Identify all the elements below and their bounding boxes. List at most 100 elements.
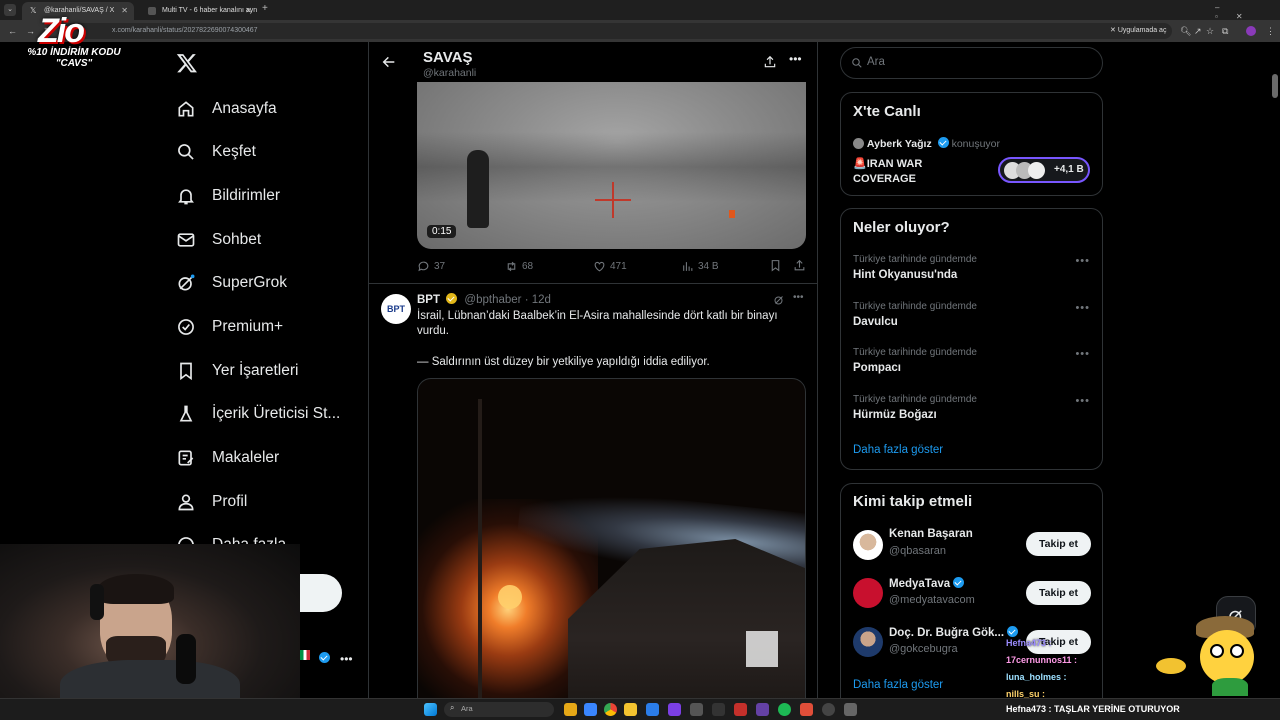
views-button[interactable]: 34 B <box>681 260 719 273</box>
tweet-avatar[interactable]: BPT <box>381 294 411 324</box>
trend-name[interactable]: Davulcu <box>853 316 898 328</box>
share-button[interactable] <box>763 55 777 74</box>
author-handle[interactable]: @bpthaber <box>464 294 521 306</box>
space-title-line-2: COVERAGE <box>853 173 916 185</box>
page-scrollbar[interactable] <box>1272 74 1278 98</box>
chrome-icon[interactable] <box>604 703 617 716</box>
search-icon <box>178 144 194 160</box>
nav-item-articles[interactable]: Makaleler <box>176 442 279 474</box>
nav-item-supergrok[interactable]: SuperGrok <box>176 267 287 299</box>
follow-name[interactable]: Doç. Dr. Buğra Gök... <box>889 626 1019 639</box>
nav-item-profile[interactable]: Profil <box>176 486 247 518</box>
tweet-media-image[interactable] <box>417 378 806 720</box>
address-bar-row: ← → ↻ x.com/karahanli/status/20278226900… <box>0 20 1280 42</box>
views-icon <box>683 262 693 271</box>
taskbar-app-icon[interactable] <box>584 703 597 716</box>
follow-handle: @gokcebugra <box>889 643 958 655</box>
nav-item-explore[interactable]: Keşfet <box>176 136 256 168</box>
listeners-pill[interactable]: +4,1 B <box>998 157 1090 183</box>
taskbar-app-icon[interactable] <box>800 703 813 716</box>
like-button[interactable]: 471 <box>593 260 627 273</box>
folder-icon[interactable] <box>624 703 637 716</box>
taskbar-app-icon[interactable] <box>734 703 747 716</box>
reply-button[interactable]: 37 <box>417 260 445 273</box>
space-title[interactable]: 🚨IRAN WAR COVERAGE <box>853 157 922 187</box>
live-host-row[interactable]: Ayberk Yağız konuşuyor <box>853 137 1000 150</box>
nav-item-notifications[interactable]: Bildirimler <box>176 180 280 212</box>
follow-name[interactable]: MedyaTava <box>889 577 965 590</box>
close-tab-icon[interactable]: ✕ <box>121 2 128 20</box>
open-in-app-icon: ✕ <box>1110 27 1118 34</box>
fire-core <box>498 585 522 609</box>
taskbar-app-icon[interactable] <box>756 703 769 716</box>
share-icon[interactable]: ↗ <box>1194 20 1202 42</box>
taskbar-app-icon[interactable] <box>690 703 703 716</box>
zoom-icon[interactable]: 🔍︎ <box>1180 20 1191 42</box>
back-button[interactable] <box>381 54 397 75</box>
taskbar-app-icon[interactable] <box>668 703 681 716</box>
taskbar-app-icon[interactable] <box>844 703 857 716</box>
open-in-app-button[interactable]: ✕ Uygulamada aç <box>1110 26 1166 34</box>
taskbar-search[interactable]: ⌕ Ara <box>444 702 554 717</box>
trend-more-icon[interactable]: ••• <box>1075 255 1090 267</box>
nav-item-home[interactable]: Anasayfa <box>176 93 277 125</box>
forward-icon[interactable]: → <box>26 20 35 42</box>
avatar[interactable] <box>853 530 883 560</box>
close-tab-icon[interactable]: ✕ <box>245 2 252 20</box>
trend-name[interactable]: Hürmüz Boğazı <box>853 409 937 421</box>
bell-icon <box>178 189 194 205</box>
bookmark-button[interactable] <box>769 259 782 277</box>
nav-item-premium[interactable]: Premium+ <box>176 311 283 343</box>
trend-name[interactable]: Hint Okyanusu'nda <box>853 269 957 281</box>
url-field[interactable]: x.com/karahanli/status/20278226900743004… <box>62 23 1172 39</box>
x-home-logo[interactable] <box>176 52 198 79</box>
share-post-button[interactable] <box>793 259 806 277</box>
more-dots-icon[interactable]: ••• <box>340 652 353 666</box>
back-icon[interactable]: ← <box>8 20 17 42</box>
taskbar-app-icon[interactable] <box>646 703 659 716</box>
account-switcher[interactable]: ••• <box>296 646 358 674</box>
spotify-icon[interactable] <box>778 703 791 716</box>
headphones <box>90 584 104 620</box>
share-icon <box>794 259 805 271</box>
video-player[interactable]: 0:15 <box>417 82 806 249</box>
nav-item-bookmarks[interactable]: Yer İşaretleri <box>176 355 298 387</box>
start-icon[interactable] <box>424 703 437 716</box>
profile-avatar[interactable] <box>1246 26 1256 36</box>
author-name[interactable]: BPT <box>417 294 440 306</box>
post-time[interactable]: · 12d <box>525 294 551 306</box>
video-timestamp: 0:15 <box>427 225 457 238</box>
new-tab-button[interactable]: + <box>262 3 268 14</box>
taskbar-app-icon[interactable] <box>822 703 835 716</box>
bookmark-icon <box>771 260 780 272</box>
trend-name[interactable]: Pompacı <box>853 362 901 374</box>
trend-more-icon[interactable]: ••• <box>1075 395 1090 407</box>
tab-inactive[interactable]: Multi TV - 6 haber kanalını ayn ✕ <box>140 2 258 20</box>
taskbar-app-icon[interactable] <box>712 703 725 716</box>
trend-more-icon[interactable]: ••• <box>1075 302 1090 314</box>
who-show-more-link[interactable]: Daha fazla göster <box>853 679 943 691</box>
trend-context: Türkiye tarihinde gündemde <box>853 254 977 265</box>
trends-show-more-link[interactable]: Daha fazla göster <box>853 444 943 456</box>
menu-icon[interactable]: ⋮ <box>1266 20 1275 42</box>
window-controls[interactable]: –▫✕ <box>1215 3 1280 21</box>
tweet-more-button[interactable]: ••• <box>793 292 804 303</box>
taskbar-app-icon[interactable] <box>564 703 577 716</box>
bookmark-star-icon[interactable]: ☆ <box>1206 20 1214 42</box>
tab-search-button[interactable]: ⌄ <box>4 4 16 16</box>
follow-name[interactable]: Kenan Başaran <box>889 528 973 540</box>
search-box[interactable]: Ara <box>840 47 1103 79</box>
retweet-button[interactable]: 68 <box>505 260 533 273</box>
trend-more-icon[interactable]: ••• <box>1075 348 1090 360</box>
avatar[interactable] <box>853 578 883 608</box>
live-card: X'te Canlı Ayberk Yağız konuşuyor 🚨IRAN … <box>840 92 1103 196</box>
avatar[interactable] <box>853 627 883 657</box>
space-title-line-1: 🚨IRAN WAR <box>853 158 923 170</box>
nav-item-creator-studio[interactable]: İçerik Üreticisi St... <box>176 398 340 430</box>
follow-button[interactable]: Takip et <box>1026 581 1091 605</box>
flask-icon <box>179 405 193 422</box>
extensions-icon[interactable]: ⧉ <box>1222 20 1228 42</box>
more-options-button[interactable]: ••• <box>789 52 802 66</box>
nav-item-chat[interactable]: Sohbet <box>176 224 261 256</box>
follow-button[interactable]: Takip et <box>1026 532 1091 556</box>
